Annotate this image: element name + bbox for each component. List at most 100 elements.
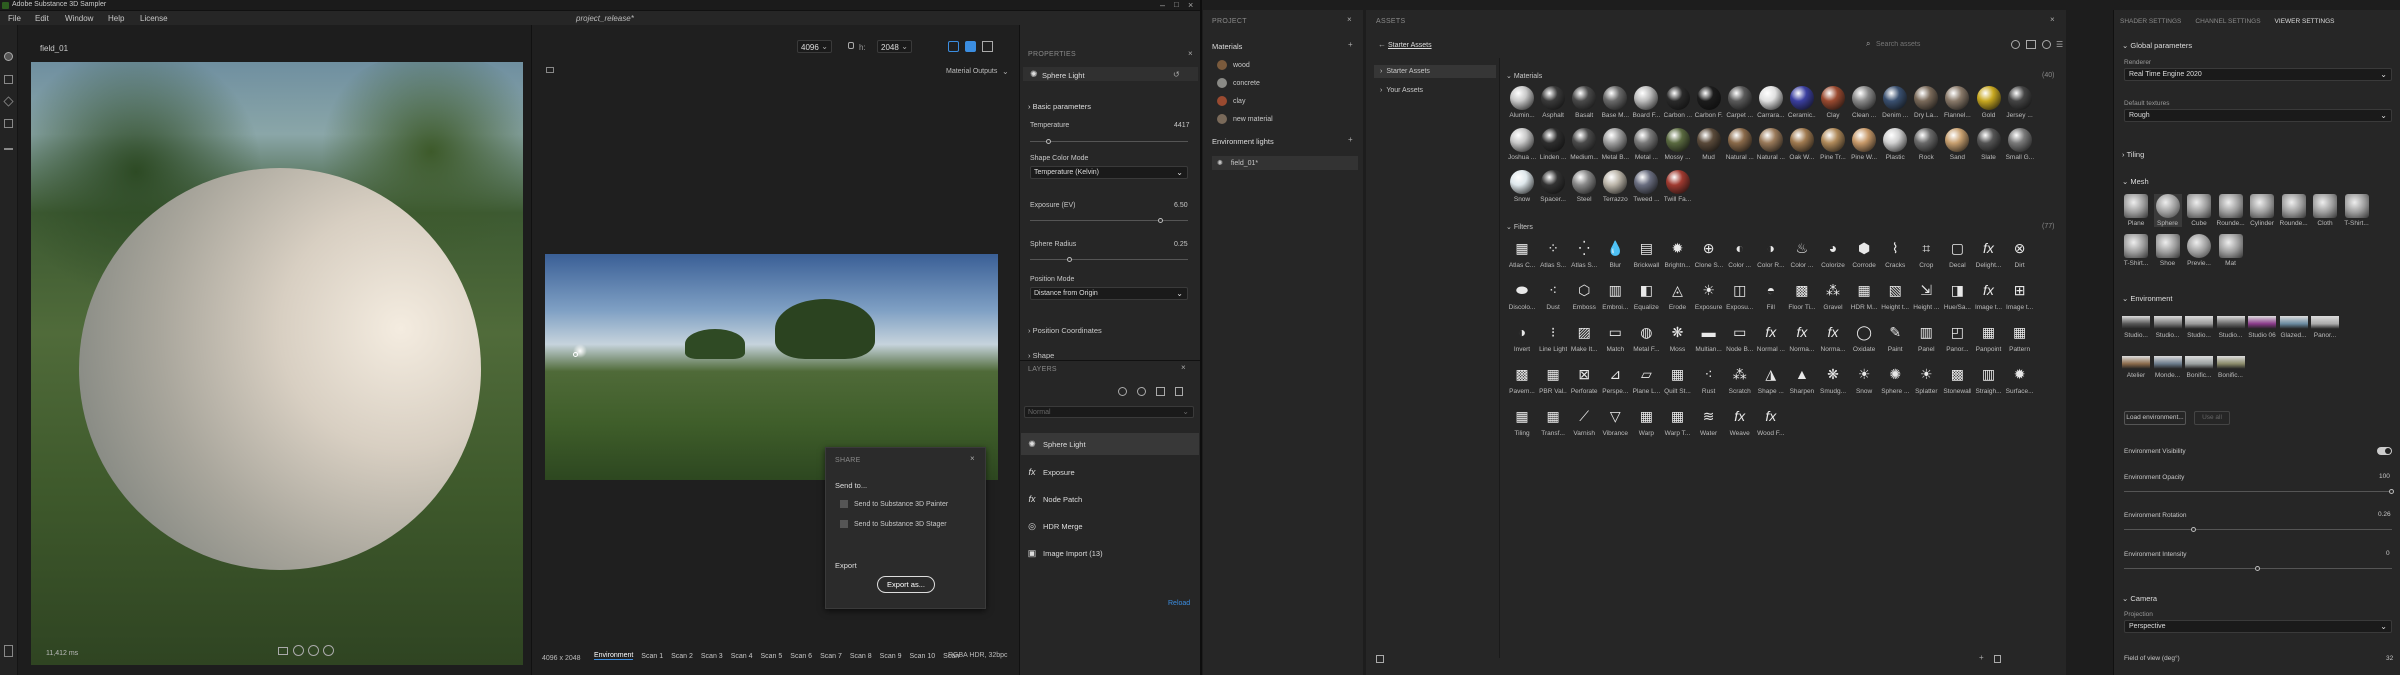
material-tile[interactable]: Flannel... [1943, 86, 1971, 119]
material-tile[interactable]: Slate [1975, 128, 2003, 161]
filter-tile[interactable]: ▱ Plane L... [1632, 362, 1660, 396]
filter-tile[interactable]: ▩ Pavem... [1508, 362, 1536, 396]
mesh-tile[interactable]: Cloth [2311, 194, 2339, 227]
filter-tile[interactable]: ⬡ Emboss [1570, 278, 1598, 312]
material-tile[interactable]: Joshua ... [1508, 128, 1536, 161]
filter-tile[interactable]: ▽ Vibrance [1601, 404, 1629, 438]
transform-tool-icon[interactable] [3, 96, 14, 107]
filter-tile[interactable]: ◮ Shape ... [1757, 362, 1785, 396]
tab-viewer-settings[interactable]: VIEWER SETTINGS [2275, 18, 2335, 25]
filter-tile[interactable]: ⊕ Clone S... [1695, 236, 1723, 270]
filter-tile[interactable]: ⁖ Rust [1695, 362, 1723, 396]
tab-environment[interactable]: Environment [594, 652, 634, 660]
layer-row[interactable]: fx Node Patch [1021, 488, 1199, 510]
environment-rotation-value[interactable]: 0.26 [2378, 511, 2391, 518]
lock-icon[interactable] [848, 42, 854, 49]
tree-item-your-assets[interactable]: › Your Assets [1374, 84, 1496, 97]
material-tile[interactable]: Metal ... [1632, 128, 1660, 161]
material-tile[interactable]: Carbon F... [1695, 86, 1723, 119]
sphere-radius-slider[interactable] [1030, 257, 1188, 262]
material-tile[interactable]: Metal B... [1601, 128, 1629, 161]
material-tile[interactable]: Ceramic... [1788, 86, 1816, 119]
filter-tile[interactable]: ◬ Erode [1664, 278, 1692, 312]
filter-tile[interactable]: ◫ Exposu... [1726, 278, 1754, 312]
filter-tile[interactable]: ▭ Node B... [1726, 320, 1754, 354]
zoom-view-icon[interactable] [323, 645, 334, 656]
viewport-tab[interactable]: field_01 [40, 44, 68, 53]
material-tile[interactable]: Denim ... [1881, 86, 1909, 119]
menu-file[interactable]: File [8, 14, 21, 23]
mesh-tile[interactable]: Rounde... [2217, 194, 2245, 227]
filter-tile[interactable]: ▦ Warp [1632, 404, 1660, 438]
filter-tile[interactable]: ▢ Decal [1943, 236, 1971, 270]
camera-icon[interactable] [278, 647, 288, 655]
environment-visibility-toggle[interactable] [2377, 447, 2392, 455]
environment-rotation-slider[interactable] [2124, 527, 2392, 532]
shape-color-mode-select[interactable]: Temperature (Kelvin) ⌄ [1030, 166, 1188, 179]
layer-row[interactable]: ◎ HDR Merge [1021, 515, 1199, 537]
material-tile[interactable]: Dry La... [1912, 86, 1940, 119]
close-window-icon[interactable]: × [1188, 0, 1193, 10]
section-shape[interactable]: › Shape [1028, 351, 1054, 359]
filter-tile[interactable]: ❋ Moss [1664, 320, 1692, 354]
project-material-item[interactable]: clay [1217, 96, 1245, 106]
filter-tile[interactable]: ◕ Colorize [1819, 236, 1847, 269]
filter-tile[interactable]: ⊠ Perforate [1570, 362, 1598, 396]
material-tile[interactable]: Basalt [1570, 86, 1598, 119]
filter-tile[interactable]: ⁖ Dust [1539, 278, 1567, 312]
tab-scan-4[interactable]: Scan 4 [731, 653, 753, 660]
filter-tile[interactable]: ☀ Snow [1850, 362, 1878, 396]
filter-tile[interactable]: ≋ Water [1695, 404, 1723, 438]
pan-view-icon[interactable] [308, 645, 319, 656]
rotate-view-icon[interactable] [293, 645, 304, 656]
mesh-tile[interactable]: T-Shirt... [2343, 194, 2371, 227]
filter-tile[interactable]: fx Norma... [1819, 320, 1847, 353]
menu-edit[interactable]: Edit [35, 14, 49, 23]
mesh-tile[interactable]: Shoe [2154, 234, 2182, 267]
filter-tile[interactable]: ▲ Sharpen [1788, 362, 1816, 395]
environment-tile[interactable]: Studio... [2185, 316, 2213, 339]
filter-tile[interactable]: ▦ Tiling [1508, 404, 1536, 438]
material-tile[interactable]: Mossy ... [1664, 128, 1692, 161]
3d-view-icon[interactable] [948, 41, 959, 52]
filter-tile[interactable]: ▧ Height t... [1881, 278, 1909, 312]
filters-section-header[interactable]: ⌄ Filters [1506, 223, 1533, 231]
environment-tile[interactable]: Glazed... [2279, 316, 2308, 339]
filter-tile[interactable]: ▨ Make It... [1570, 320, 1598, 354]
filter-tile[interactable]: ▩ Stonewall [1943, 362, 1971, 396]
env-light-item[interactable]: ✺ field_01* [1212, 156, 1358, 170]
filter-tile[interactable]: ✹ Brightn... [1664, 236, 1692, 270]
close-icon[interactable]: × [1181, 363, 1186, 372]
menu-window[interactable]: Window [65, 14, 93, 23]
height-select[interactable]: 2048 ⌄ [877, 40, 912, 53]
environment-tile[interactable]: Atelier [2122, 356, 2150, 379]
filter-tile[interactable]: ♨ Color ... [1788, 236, 1816, 270]
filter-fx-icon[interactable] [2042, 40, 2051, 49]
filter-tile[interactable]: ▬ Multian... [1695, 320, 1723, 353]
close-icon[interactable]: × [1188, 49, 1193, 58]
close-icon[interactable]: × [970, 454, 975, 463]
filter-tile[interactable]: ✺ Sphere ... [1881, 362, 1909, 396]
layer-row[interactable]: fx Exposure [1021, 461, 1199, 483]
material-tile[interactable]: Twill Fa... [1664, 170, 1692, 203]
environment-tile[interactable]: Bonific... [2185, 356, 2213, 379]
split-view-icon[interactable] [965, 41, 976, 52]
filter-tile[interactable]: ⁝ Line Light [1539, 320, 1567, 354]
3d-viewport[interactable] [31, 62, 523, 665]
filter-tile[interactable]: ◨ Hue/Sa... [1943, 278, 1971, 312]
default-textures-select[interactable]: Rough ⌄ [2124, 109, 2392, 122]
temperature-value[interactable]: 4417 [1174, 122, 1190, 129]
filter-tile[interactable]: fx Image t... [1975, 278, 2003, 311]
filter-tile[interactable]: ◍ Metal F... [1632, 320, 1660, 354]
filter-tile[interactable]: ⁘ Atlas S... [1539, 236, 1567, 270]
project-material-item[interactable]: concrete [1217, 78, 1260, 88]
fullscreen-icon[interactable] [982, 41, 993, 52]
filter-tile[interactable]: ⁛ Atlas S... [1570, 236, 1598, 270]
info-icon[interactable] [4, 645, 13, 657]
filter-tile[interactable]: ▦ PBR Val... [1539, 362, 1567, 396]
mesh-tile[interactable]: Sphere [2153, 194, 2182, 227]
filter-tile[interactable]: ◓ Fill [1757, 278, 1785, 311]
section-mesh[interactable]: ⌄ Mesh [2122, 177, 2149, 186]
materials-filter-icon[interactable] [2011, 40, 2020, 49]
environment-intensity-slider[interactable] [2124, 566, 2392, 571]
